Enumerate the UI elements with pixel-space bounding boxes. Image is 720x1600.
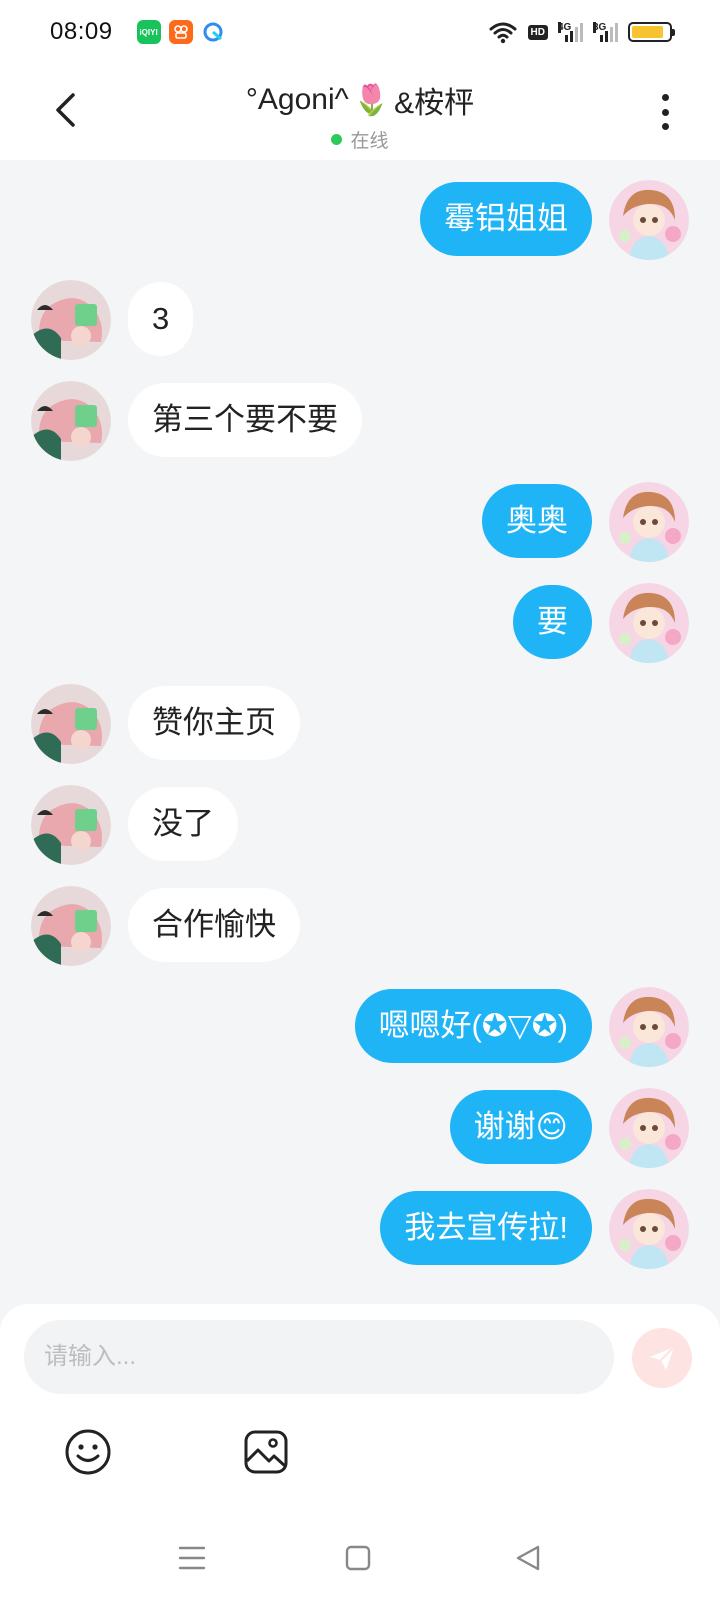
- status-bar: 08:09 iQIYI HD 4G 3G: [0, 0, 720, 64]
- image-button[interactable]: [240, 1426, 292, 1478]
- more-vertical-icon: [661, 94, 669, 101]
- iqiyi-app-label: iQIYI: [139, 27, 158, 37]
- back-arrow-icon: [56, 93, 75, 127]
- nav-back-button[interactable]: [508, 1538, 548, 1578]
- signal-3g-icon: 3G: [593, 22, 618, 42]
- message-row-other: 赞你主页: [0, 684, 720, 764]
- kuaishou-app-icon: [168, 20, 193, 44]
- message-row-self: 我去宣传拉!: [0, 1189, 720, 1269]
- my-avatar[interactable]: [609, 1189, 689, 1269]
- message-row-self: 嗯嗯好(✪▽✪): [0, 987, 720, 1067]
- my-avatar[interactable]: [609, 583, 689, 663]
- network-4g-label: 4G: [558, 22, 572, 33]
- battery-level-fill: [632, 26, 663, 38]
- online-status: 在线: [160, 126, 560, 153]
- send-icon: [650, 1346, 675, 1370]
- contact-avatar[interactable]: [31, 381, 111, 461]
- emoji-button[interactable]: [62, 1426, 114, 1478]
- message-row-self: 霉铝姐姐: [0, 180, 720, 260]
- message-row-self: 谢谢😊: [0, 1088, 720, 1168]
- status-indicators: HD 4G 3G: [488, 20, 675, 44]
- sent-message-bubble[interactable]: 嗯嗯好(✪▽✪): [354, 989, 592, 1063]
- home-icon: [345, 1545, 371, 1571]
- menu-icon: [178, 1546, 206, 1570]
- battery-icon: [628, 22, 675, 42]
- nav-menu-button[interactable]: [172, 1538, 212, 1578]
- system-nav-bar: [0, 1520, 720, 1600]
- message-row-other: 第三个要不要: [0, 381, 720, 461]
- nav-home-button[interactable]: [338, 1538, 378, 1578]
- nav-back-icon: [516, 1545, 540, 1571]
- contact-name-suffix: &桉枰: [394, 87, 475, 120]
- more-options-button[interactable]: [650, 90, 680, 134]
- back-button[interactable]: [44, 88, 88, 132]
- contact-avatar[interactable]: [31, 280, 111, 360]
- contact-name-prefix: °Agoni^: [245, 83, 349, 116]
- browser-app-icon: [200, 20, 225, 44]
- sent-message-bubble[interactable]: 我去宣传拉!: [380, 1191, 592, 1265]
- input-panel: [0, 1304, 720, 1600]
- message-input[interactable]: [24, 1320, 614, 1394]
- received-message-bubble[interactable]: 3: [128, 282, 194, 356]
- my-avatar[interactable]: [609, 1088, 689, 1168]
- my-avatar[interactable]: [609, 482, 689, 562]
- message-list[interactable]: 霉铝姐姐 3 第三个要不要奥奥要赞你主页没了合作愉快 嗯嗯好(✪▽✪) 谢谢😊 我去宣传拉…: [0, 160, 720, 1308]
- my-avatar[interactable]: [609, 987, 689, 1067]
- contact-avatar[interactable]: [31, 684, 111, 764]
- hd-badge: HD: [527, 24, 548, 40]
- message-row-other: 合作愉快: [0, 886, 720, 966]
- my-avatar[interactable]: [609, 180, 689, 260]
- contact-name: °Agoni^ 🌷 &桉枰: [246, 78, 474, 122]
- status-app-icons: iQIYI: [136, 20, 225, 44]
- received-message-bubble[interactable]: 赞你主页: [128, 686, 300, 760]
- message-row-self: 奥奥: [0, 482, 720, 562]
- iqiyi-app-icon: iQIYI: [136, 20, 161, 44]
- chat-header: °Agoni^ 🌷 &桉枰 在线: [0, 64, 720, 160]
- sent-message-bubble[interactable]: 霉铝姐姐: [420, 182, 592, 256]
- network-3g-label: 3G: [593, 22, 607, 33]
- sent-message-bubble[interactable]: 奥奥: [482, 484, 592, 558]
- emoji-icon: [65, 1429, 111, 1475]
- received-message-bubble[interactable]: 没了: [128, 787, 238, 861]
- message-row-other: 3: [0, 280, 720, 360]
- received-message-bubble[interactable]: 合作愉快: [128, 888, 300, 962]
- received-message-bubble[interactable]: 第三个要不要: [128, 383, 362, 457]
- image-icon: [244, 1430, 288, 1474]
- status-time: 08:09: [50, 18, 113, 45]
- send-button[interactable]: [632, 1328, 692, 1388]
- message-row-other: 没了: [0, 785, 720, 865]
- message-row-self: 要: [0, 583, 720, 663]
- wifi-icon: [489, 22, 517, 44]
- contact-avatar[interactable]: [31, 886, 111, 966]
- tulip-emoji-icon: 🌷: [352, 83, 391, 117]
- sent-message-bubble[interactable]: 要: [513, 585, 592, 659]
- online-status-text: 在线: [350, 131, 389, 152]
- header-title-block: °Agoni^ 🌷 &桉枰 在线: [160, 78, 560, 153]
- online-dot-icon: [331, 134, 343, 145]
- sent-message-bubble[interactable]: 谢谢😊: [449, 1090, 592, 1164]
- signal-4g-icon: 4G: [558, 22, 583, 42]
- contact-avatar[interactable]: [31, 785, 111, 865]
